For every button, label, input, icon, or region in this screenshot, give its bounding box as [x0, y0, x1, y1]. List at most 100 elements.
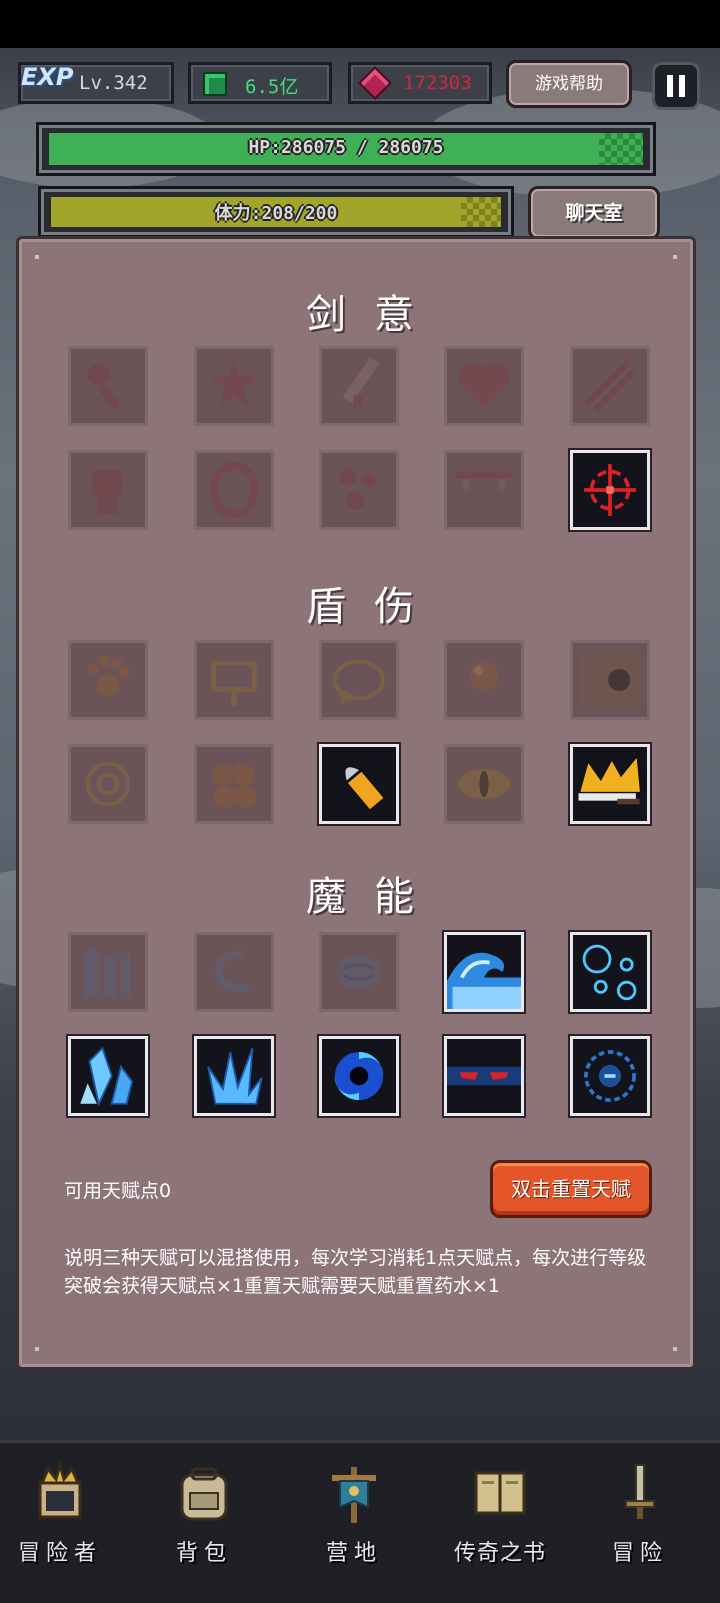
level-display: EXP Lv.342	[18, 62, 174, 104]
talent-section-title: 剑意	[306, 292, 442, 338]
talent-slot[interactable]	[194, 932, 274, 1012]
vortex-icon	[334, 1051, 384, 1101]
nav-legend-book[interactable]: 传奇之书	[440, 1443, 560, 1603]
nav-label: 背包	[175, 1541, 232, 1566]
chat-room-button[interactable]: 聊天室	[528, 186, 660, 240]
talent-slot[interactable]	[319, 450, 399, 530]
nav-camp[interactable]: 营地	[294, 1443, 414, 1603]
talent-slot[interactable]	[68, 1036, 148, 1116]
ring-icon	[209, 461, 259, 519]
ruby-icon	[358, 66, 392, 100]
ice-crystal-icon	[80, 1046, 134, 1107]
bubbles-icon	[582, 944, 637, 1001]
ninja-eyes-icon	[447, 1066, 521, 1086]
cannonball-icon	[578, 652, 642, 708]
boulders-icon	[211, 763, 257, 809]
level-text: Lv.342	[79, 72, 148, 94]
reset-talent-button[interactable]: 双击重置天赋	[490, 1160, 652, 1218]
nav-adventurer[interactable]: 冒险者	[0, 1443, 120, 1603]
talent-slot[interactable]	[570, 346, 650, 426]
panel-corner	[35, 1347, 39, 1351]
talent-slot[interactable]	[319, 346, 399, 426]
orb-bell-icon	[469, 661, 499, 692]
ruby-amount: 172303	[403, 72, 472, 94]
ruby-currency: 172303	[348, 62, 492, 104]
talent-slot[interactable]	[68, 346, 148, 426]
pause-icon[interactable]	[652, 62, 700, 110]
spiky-star-icon	[209, 358, 259, 409]
talent-description: 说明三种天赋可以混搭使用，每次学习消耗1点天赋点，每次进行等级突破会获得天赋点×…	[64, 1247, 647, 1297]
stamina-bar: 体力:208/200	[38, 186, 514, 238]
emerald-icon	[203, 72, 227, 96]
talent-slot[interactable]	[194, 640, 274, 720]
fangs-icon	[456, 471, 512, 494]
talent-slot[interactable]	[319, 640, 399, 720]
talent-slot[interactable]	[570, 932, 650, 1012]
paw-icon	[87, 655, 131, 697]
talent-slot[interactable]	[68, 450, 148, 530]
talent-slot[interactable]	[570, 1036, 650, 1116]
talent-slot[interactable]	[319, 744, 399, 824]
legend-book-icon	[474, 1471, 526, 1515]
star-loop-icon	[333, 659, 385, 705]
dragon-eye-icon	[458, 769, 510, 799]
talent-slot[interactable]	[319, 932, 399, 1012]
stamina-text: 体力:208/200	[214, 203, 338, 224]
rune-circle-icon	[584, 1050, 636, 1102]
talent-slot[interactable]	[444, 640, 524, 720]
sword-blade-icon	[342, 357, 380, 409]
panel-corner	[673, 255, 677, 259]
talent-slot[interactable]	[444, 346, 524, 426]
signpost-icon	[211, 661, 257, 706]
target-coin-icon	[85, 761, 131, 807]
panel-corner	[673, 1347, 677, 1351]
talent-section-title: 魔能	[306, 874, 442, 920]
pillars-icon	[83, 949, 131, 998]
bottom-nav: 冒险者 背包 营地 传奇之书 冒险	[0, 1440, 720, 1603]
talent-slot[interactable]	[68, 640, 148, 720]
talent-slot[interactable]	[570, 744, 650, 824]
talent-slot[interactable]	[194, 450, 274, 530]
heart-icon	[457, 362, 511, 409]
crowned-helmet-icon	[38, 1461, 82, 1519]
talent-slot[interactable]	[68, 744, 148, 824]
emerald-amount: 6.5亿	[245, 76, 299, 98]
emerald-currency: 6.5亿	[188, 62, 332, 104]
nav-label: 冒险	[611, 1541, 668, 1566]
talent-section-title: 盾伤	[306, 584, 442, 630]
talent-slot[interactable]	[194, 1036, 274, 1116]
talent-slot[interactable]	[570, 450, 650, 530]
backpack-icon	[180, 1467, 228, 1521]
brain-icon	[336, 955, 382, 989]
exp-badge: EXP	[21, 63, 74, 91]
nav-backpack[interactable]: 背包	[144, 1443, 264, 1603]
crosshair-icon	[584, 464, 636, 516]
nav-adventure[interactable]: 冒险	[580, 1443, 700, 1603]
ice-splash-icon	[207, 1047, 263, 1105]
hp-text: HP:286075 / 286075	[248, 137, 444, 158]
swirl-icon	[215, 950, 250, 992]
game-help-button[interactable]: 游戏帮助	[506, 60, 632, 108]
nav-label: 传奇之书	[453, 1541, 546, 1566]
talent-slot[interactable]	[570, 640, 650, 720]
hp-bar: HP:286075 / 286075	[36, 122, 656, 176]
talent-slot[interactable]	[68, 932, 148, 1012]
talent-slot[interactable]	[444, 1036, 524, 1116]
nav-label: 冒险者	[17, 1541, 102, 1566]
talent-points-label: 可用天赋点0	[64, 1180, 172, 1202]
camp-banner-icon	[332, 1467, 376, 1523]
sword-icon	[625, 1464, 655, 1519]
talent-slot[interactable]	[444, 744, 524, 824]
golden-crown-icon	[576, 750, 643, 805]
talent-slot[interactable]	[194, 744, 274, 824]
claw-slash-icon	[583, 359, 637, 413]
talent-slot[interactable]	[194, 346, 274, 426]
nav-label: 营地	[325, 1541, 382, 1566]
talent-slot[interactable]	[444, 450, 524, 530]
club-whip-icon	[87, 363, 121, 411]
wave-icon	[447, 952, 521, 1009]
bullet-icon	[342, 764, 388, 814]
talent-slot[interactable]	[319, 1036, 399, 1116]
panel-corner	[35, 255, 39, 259]
talent-slot[interactable]	[444, 932, 524, 1012]
